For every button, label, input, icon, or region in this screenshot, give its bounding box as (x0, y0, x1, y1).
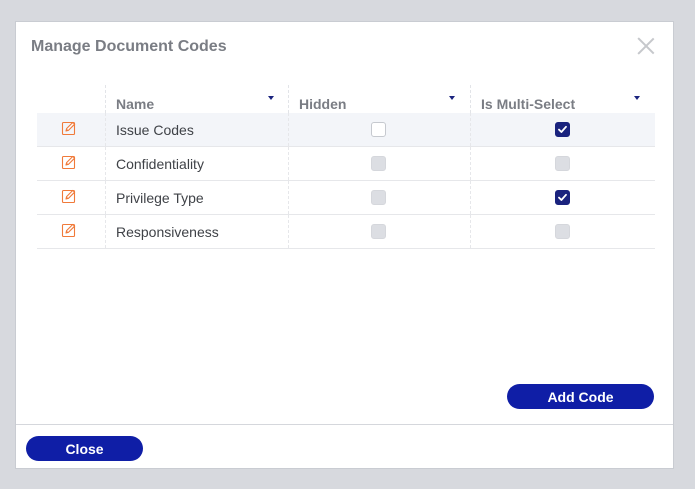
multi-select-checkbox[interactable] (555, 190, 570, 205)
hidden-checkbox (371, 156, 386, 171)
header-multi-select-label: Is Multi-Select (481, 96, 576, 112)
manage-document-codes-dialog: Manage Document Codes Name Hidden Is Mul… (15, 21, 674, 469)
table-row[interactable]: Responsiveness (37, 215, 655, 249)
close-button[interactable]: Close (26, 436, 143, 461)
hidden-checkbox (371, 224, 386, 239)
grid-header: Name Hidden Is Multi-Select (37, 85, 655, 113)
grid-body: Issue Codes Confidentiality Privilege Ty… (37, 113, 655, 249)
header-multi-select[interactable]: Is Multi-Select (470, 85, 655, 113)
code-name: Responsiveness (116, 224, 219, 240)
code-name: Confidentiality (116, 156, 204, 172)
hidden-cell (288, 113, 470, 146)
name-cell: Responsiveness (105, 215, 288, 248)
footer-divider (16, 424, 673, 425)
header-hidden[interactable]: Hidden (288, 85, 470, 113)
add-code-button[interactable]: Add Code (507, 384, 654, 409)
multi-select-checkbox (555, 224, 570, 239)
header-name[interactable]: Name (105, 85, 288, 113)
hidden-cell (288, 215, 470, 248)
sort-icon[interactable] (449, 96, 455, 100)
header-edit (37, 85, 105, 113)
header-hidden-label: Hidden (299, 96, 347, 112)
name-cell: Privilege Type (105, 181, 288, 214)
header-name-label: Name (116, 96, 155, 112)
hidden-cell (288, 147, 470, 180)
sort-icon[interactable] (268, 96, 274, 100)
table-row[interactable]: Privilege Type (37, 181, 655, 215)
hidden-checkbox[interactable] (371, 122, 386, 137)
hidden-cell (288, 181, 470, 214)
multi-select-checkbox (555, 156, 570, 171)
name-cell: Issue Codes (105, 113, 288, 146)
hidden-checkbox (371, 190, 386, 205)
dialog-title: Manage Document Codes (31, 38, 227, 55)
edit-cell (37, 215, 105, 248)
sort-icon[interactable] (634, 96, 640, 100)
edit-pencil-icon[interactable] (61, 120, 77, 136)
multi-select-cell (470, 147, 655, 180)
close-x-icon[interactable] (637, 37, 655, 55)
edit-pencil-icon[interactable] (61, 188, 77, 204)
multi-select-checkbox[interactable] (555, 122, 570, 137)
table-row[interactable]: Confidentiality (37, 147, 655, 181)
code-name: Privilege Type (116, 190, 204, 206)
edit-cell (37, 181, 105, 214)
multi-select-cell (470, 215, 655, 248)
edit-pencil-icon[interactable] (61, 222, 77, 238)
code-name: Issue Codes (116, 122, 194, 138)
document-codes-grid: Name Hidden Is Multi-Select Issue Codes … (37, 85, 655, 249)
name-cell: Confidentiality (105, 147, 288, 180)
multi-select-cell (470, 181, 655, 214)
table-row[interactable]: Issue Codes (37, 113, 655, 147)
edit-cell (37, 147, 105, 180)
edit-cell (37, 113, 105, 146)
multi-select-cell (470, 113, 655, 146)
edit-pencil-icon[interactable] (61, 154, 77, 170)
